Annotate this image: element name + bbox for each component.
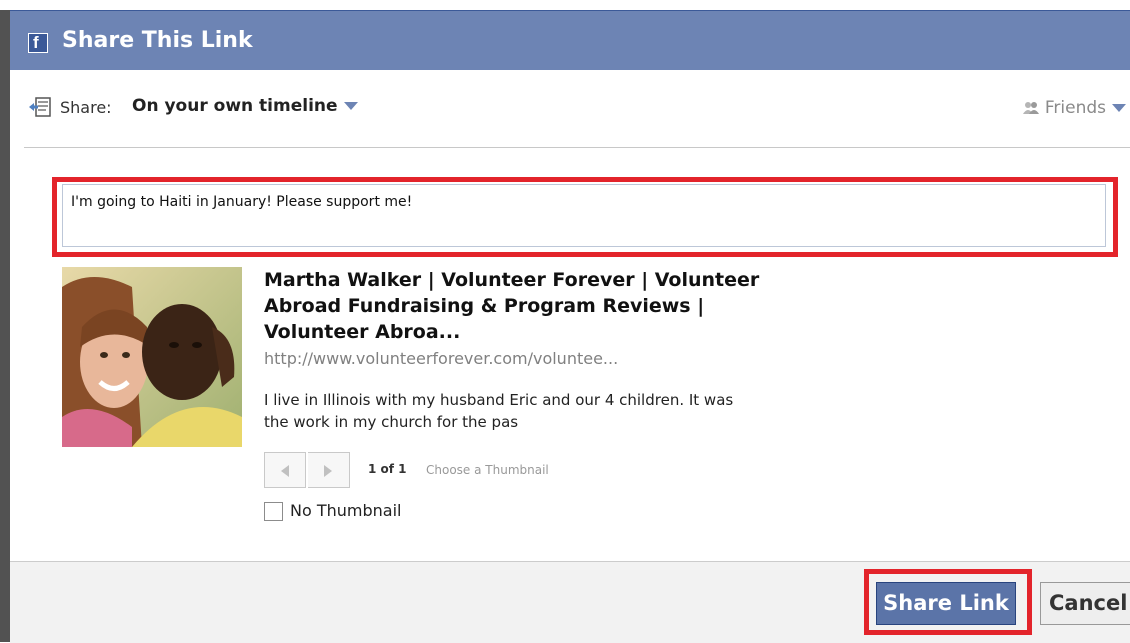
chevron-down-icon	[343, 102, 358, 110]
facebook-logo-letter: f	[33, 33, 39, 52]
dialog-header: f Share This Link	[10, 10, 1130, 71]
link-thumbnail-image	[62, 267, 242, 447]
share-link-dialog: f Share This Link Share: On your own tim…	[0, 0, 1130, 643]
privacy-value: Friends	[1044, 98, 1106, 118]
dialog-footer: Share Link Cancel	[10, 561, 1130, 643]
link-title[interactable]: Martha Walker | Volunteer Forever | Volu…	[264, 267, 764, 345]
share-icon	[29, 97, 51, 117]
dialog-title: Share This Link	[62, 28, 253, 53]
cancel-button[interactable]: Cancel	[1040, 582, 1130, 625]
no-thumbnail-checkbox[interactable]	[264, 502, 283, 521]
arrow-left-icon	[281, 465, 289, 477]
message-input[interactable]: I'm going to Haiti in January! Please su…	[62, 184, 1106, 247]
link-url: http://www.volunteerforever.com/voluntee…	[264, 349, 619, 368]
no-thumbnail-label[interactable]: No Thumbnail	[290, 501, 401, 520]
share-target-row: Share: On your own timeline Friends	[10, 70, 1130, 148]
friends-icon	[1022, 102, 1039, 114]
facebook-logo-icon: f	[28, 33, 48, 53]
privacy-chevron-icon	[1112, 104, 1126, 112]
arrow-right-icon	[324, 465, 332, 477]
share-link-button[interactable]: Share Link	[876, 582, 1016, 625]
share-target-value: On your own timeline	[132, 96, 338, 116]
previous-thumbnail-button[interactable]	[264, 452, 306, 488]
choose-thumbnail-label: Choose a Thumbnail	[426, 463, 549, 477]
thumbnail-count: 1 of 1	[368, 462, 407, 476]
share-target-dropdown[interactable]: On your own timeline	[132, 96, 358, 116]
dialog-content: I'm going to Haiti in January! Please su…	[10, 149, 1130, 561]
thumbnail-pager	[264, 452, 354, 490]
dialog-left-border	[0, 10, 10, 642]
share-label: Share:	[60, 98, 112, 117]
section-divider	[24, 147, 1130, 148]
top-margin	[0, 0, 1130, 10]
privacy-selector[interactable]: Friends	[1022, 98, 1126, 118]
next-thumbnail-button[interactable]	[308, 452, 350, 488]
link-description[interactable]: I live in Illinois with my husband Eric …	[264, 389, 734, 433]
